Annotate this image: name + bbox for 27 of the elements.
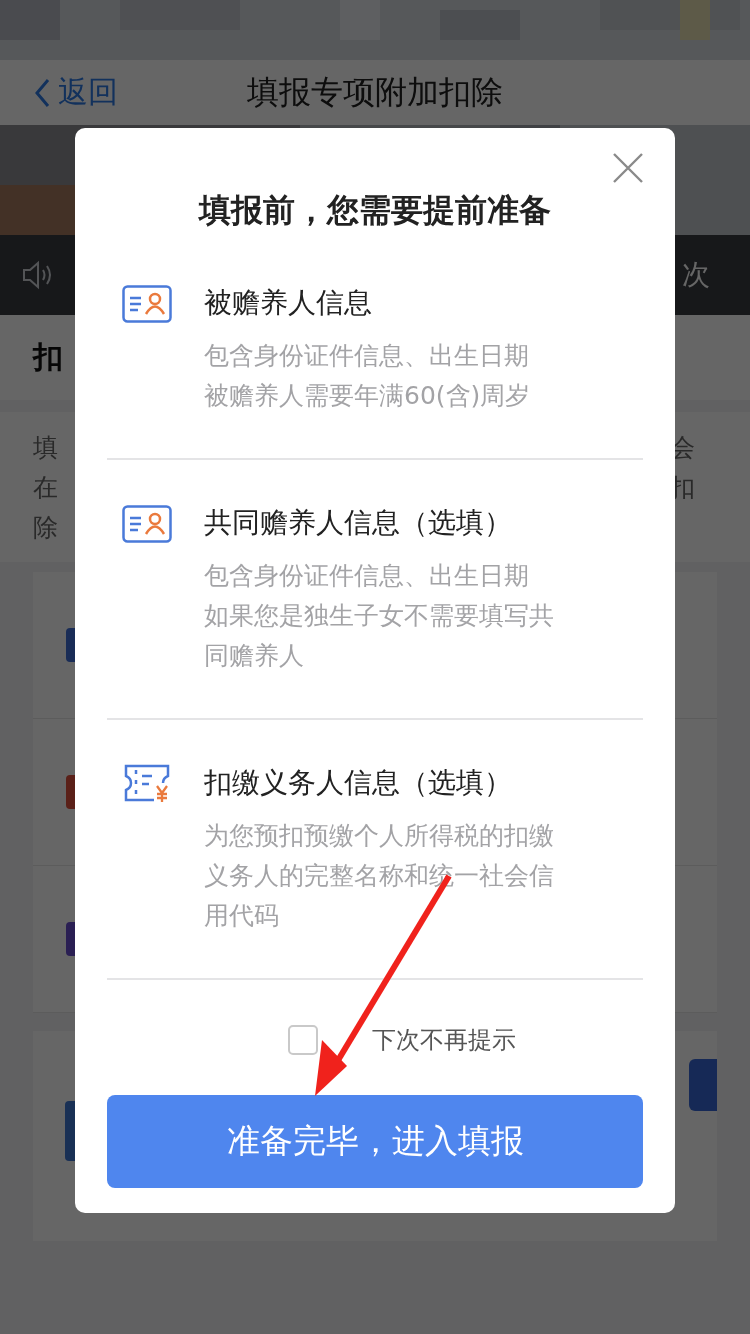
item-description: 被赡养人需要年满60(含)周岁 — [204, 380, 531, 412]
confirm-button[interactable]: 准备完毕，进入填报 — [107, 1095, 643, 1188]
item-description: 包含身份证件信息、出生日期 — [204, 560, 530, 592]
item-title: 被赡养人信息 — [204, 285, 373, 321]
action-button[interactable] — [689, 1059, 717, 1111]
close-icon[interactable] — [613, 153, 643, 183]
back-button[interactable]: 返回 — [0, 72, 118, 113]
item-description: 为您预扣预缴个人所得税的扣缴 — [204, 820, 554, 852]
id-card-icon — [122, 284, 172, 324]
checkbox[interactable] — [288, 1025, 318, 1055]
item-description: 包含身份证件信息、出生日期 — [204, 340, 530, 372]
intro-text: 填 — [33, 432, 58, 464]
item-title: 扣缴义务人信息（选填） — [204, 765, 513, 801]
intro-text: 除 — [33, 512, 58, 544]
item-description: 如果您是独生子女不需要填写共 — [204, 600, 554, 632]
item-description: 同赡养人 — [204, 640, 305, 672]
item-description: 用代码 — [204, 900, 280, 932]
back-icon — [34, 77, 50, 108]
notice-text: 次 — [682, 257, 710, 293]
checkbox-label: 下次不再提示 — [372, 1025, 516, 1056]
ticket-icon — [122, 764, 172, 804]
dialog-title: 填报前，您需要提前准备 — [197, 190, 552, 230]
section-heading: 扣 — [33, 338, 63, 376]
intro-text: 在 — [33, 472, 58, 504]
page-title: 填报专项附加扣除 — [246, 71, 504, 113]
item-title: 共同赡养人信息（选填） — [204, 505, 513, 541]
id-card-icon — [122, 504, 172, 544]
